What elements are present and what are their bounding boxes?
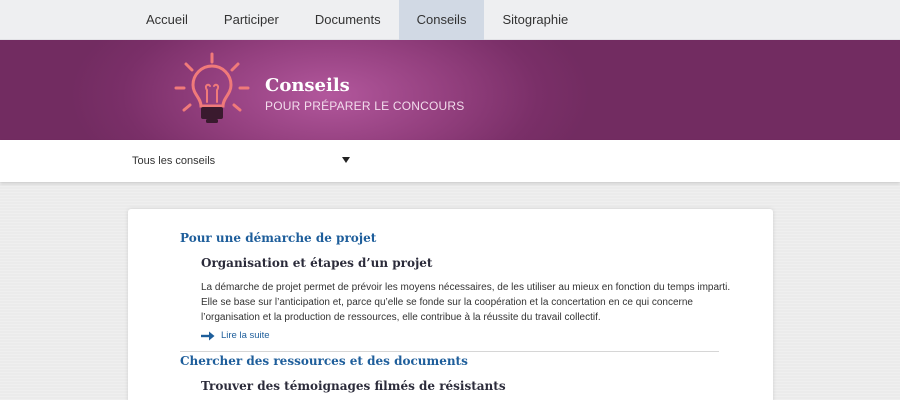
caret-down-icon[interactable] (342, 157, 350, 163)
nav-item-sitographie[interactable]: Sitographie (484, 0, 586, 40)
category-select-value: Tous les conseils (132, 155, 216, 167)
filter-bar: Tous les conseils (0, 140, 900, 182)
section-title[interactable]: Chercher des ressources et des documents (180, 354, 468, 368)
article-title[interactable]: Organisation et étapes d’un projet (201, 256, 432, 270)
read-more-link[interactable]: Lire la suite (201, 330, 270, 341)
read-more-label: Lire la suite (221, 330, 270, 341)
page-subtitle: POUR PRÉPARER LE CONCOURS (265, 99, 465, 113)
page-banner: Conseils POUR PRÉPARER LE CONCOURS (0, 40, 900, 140)
content-card: Pour une démarche de projet Organisation… (128, 209, 773, 400)
lightbulb-icon (174, 52, 250, 123)
section-title[interactable]: Pour une démarche de projet (180, 231, 376, 245)
nav-item-participer[interactable]: Participer (206, 0, 297, 40)
top-navigation: Accueil Participer Documents Conseils Si… (0, 0, 900, 40)
divider (180, 351, 719, 352)
arrow-right-icon (201, 331, 215, 340)
page-title: Conseils (265, 75, 350, 96)
nav-item-conseils[interactable]: Conseils (398, 0, 485, 40)
nav-item-accueil[interactable]: Accueil (128, 0, 206, 40)
article-excerpt: La démarche de projet permet de prévoir … (201, 282, 731, 323)
nav-item-documents[interactable]: Documents (297, 0, 399, 40)
article-title[interactable]: Trouver des témoignages filmés de résist… (201, 379, 506, 393)
